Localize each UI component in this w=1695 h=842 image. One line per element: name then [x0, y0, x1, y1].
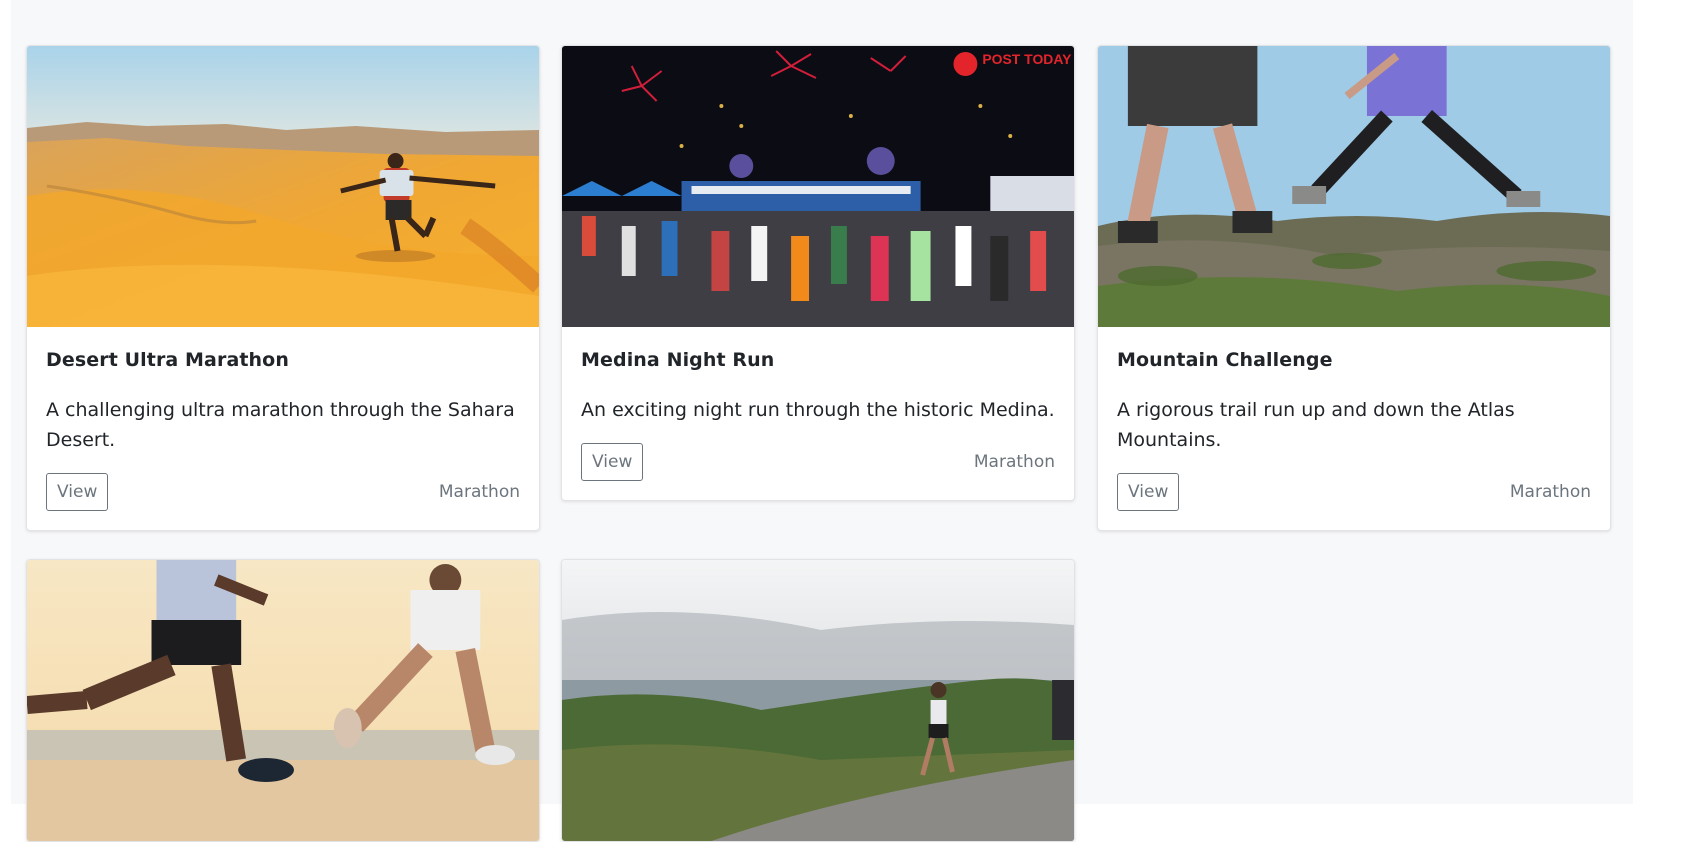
- event-card-coastal-run: [561, 559, 1075, 842]
- card-footer: View Marathon: [46, 473, 520, 511]
- view-button[interactable]: View: [1117, 473, 1180, 511]
- event-card-desert-ultra: Desert Ultra Marathon A challenging ultr…: [26, 45, 540, 531]
- view-button[interactable]: View: [581, 443, 644, 481]
- category-label: Marathon: [1509, 482, 1591, 502]
- events-panel: Desert Ultra Marathon A challenging ultr…: [11, 0, 1633, 842]
- event-description: An exciting night run through the histor…: [581, 399, 1055, 421]
- mountain-trail-image: [1098, 46, 1610, 327]
- post-today-watermark: POST TODAY: [982, 51, 1072, 67]
- desert-runner-image: [27, 46, 539, 327]
- event-card-medina-night-run: POST TODAY Medina Night Run An exciting …: [561, 45, 1075, 501]
- event-title: Desert Ultra Marathon: [46, 349, 289, 371]
- event-description: A rigorous trail run up and down the Atl…: [1117, 399, 1515, 451]
- event-card-beach-run: [26, 559, 540, 842]
- night-run-image: POST TODAY: [562, 46, 1074, 327]
- card-footer: View Marathon: [581, 443, 1055, 481]
- event-title: Medina Night Run: [581, 349, 775, 371]
- card-body: Medina Night Run An exciting night run t…: [562, 327, 1074, 500]
- coastal-road-image: [562, 560, 1074, 841]
- view-button[interactable]: View: [46, 473, 109, 511]
- event-card-mountain-challenge: Mountain Challenge A rigorous trail run …: [1097, 45, 1611, 531]
- card-footer: View Marathon: [1117, 473, 1591, 511]
- event-description: A challenging ultra marathon through the…: [46, 399, 515, 451]
- category-label: Marathon: [438, 482, 520, 502]
- card-body: Desert Ultra Marathon A challenging ultr…: [27, 327, 539, 530]
- category-label: Marathon: [973, 452, 1055, 472]
- beach-runners-image: [27, 560, 539, 841]
- event-title: Mountain Challenge: [1117, 349, 1333, 371]
- card-body: Mountain Challenge A rigorous trail run …: [1098, 327, 1610, 530]
